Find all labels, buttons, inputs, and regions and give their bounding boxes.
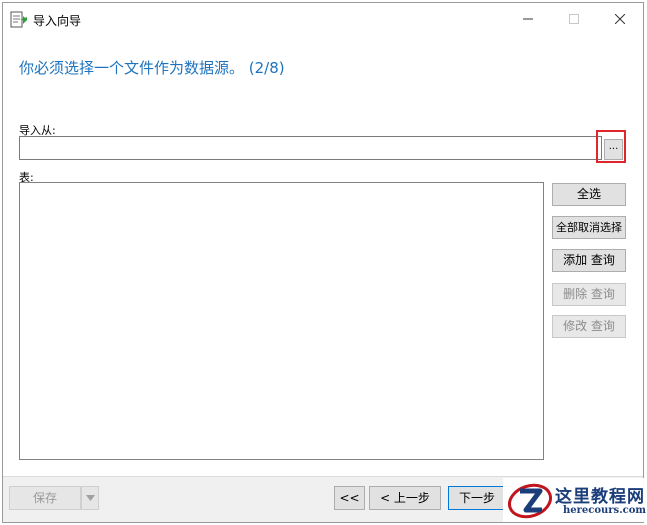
- watermark: 这里教程网 herecours.com: [503, 478, 647, 522]
- maximize-icon: [569, 14, 579, 24]
- watermark-url: herecours.com: [563, 505, 647, 516]
- previous-step-button[interactable]: < 上一步: [369, 486, 441, 510]
- import-from-input[interactable]: [19, 136, 602, 160]
- minimize-button[interactable]: [505, 3, 551, 35]
- minimize-icon: [523, 18, 533, 20]
- table-list[interactable]: [19, 182, 544, 460]
- title-bar: 导入向导: [3, 3, 643, 35]
- watermark-text: 这里教程网: [555, 487, 645, 507]
- import-wizard-window: 导入向导 你必须选择一个文件作为数据源。 (2/8) 导入从: ... 表: 全…: [2, 2, 644, 523]
- watermark-logo-icon: [506, 480, 554, 520]
- window-title: 导入向导: [33, 14, 82, 28]
- save-button: 保存: [9, 486, 81, 510]
- select-all-button[interactable]: 全选: [552, 183, 626, 206]
- close-button[interactable]: [597, 3, 643, 35]
- import-wizard-icon: [10, 11, 28, 29]
- maximize-button[interactable]: [551, 3, 597, 35]
- first-step-button[interactable]: <<: [334, 486, 365, 510]
- step-heading: 你必须选择一个文件作为数据源。 (2/8): [19, 59, 285, 77]
- add-query-button[interactable]: 添加 查询: [552, 249, 626, 272]
- modify-query-button: 修改 查询: [552, 315, 626, 338]
- save-dropdown-button: [81, 486, 99, 510]
- browse-button[interactable]: ...: [604, 139, 623, 160]
- deselect-all-button[interactable]: 全部取消选择: [552, 216, 626, 239]
- close-icon: [615, 14, 625, 24]
- delete-query-button: 删除 查询: [552, 283, 626, 306]
- chevron-down-icon: [85, 495, 95, 501]
